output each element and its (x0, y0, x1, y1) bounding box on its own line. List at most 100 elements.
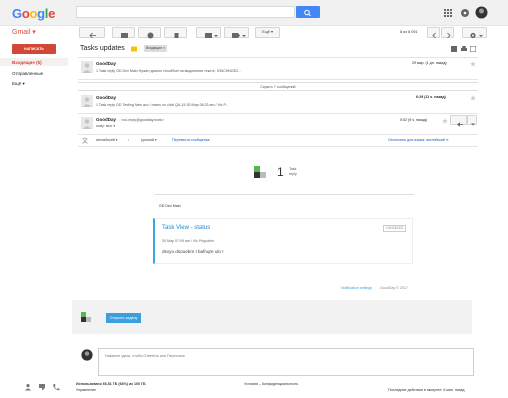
apps-grid-icon[interactable] (443, 8, 453, 18)
phone-icon[interactable] (52, 383, 60, 391)
pager-count: 8 из 8 091 (400, 30, 418, 34)
translate-arrow: › (128, 138, 130, 142)
reply-button[interactable] (450, 115, 467, 127)
notifications-icon[interactable] (460, 8, 470, 18)
reply-arrow-icon (457, 122, 463, 127)
chevron-down-icon (471, 123, 475, 126)
translate-message-link[interactable]: Перевести сообщение (172, 138, 210, 142)
status-badge: CANCELED (383, 225, 407, 232)
star-icon[interactable] (470, 61, 476, 67)
recipient-toggle[interactable]: кому: мне ▾ (96, 124, 115, 128)
workspace-name: GD Dev Main (159, 204, 181, 208)
account-avatar (81, 349, 93, 361)
copyright-text: GoodDay © 2017 (380, 286, 408, 290)
message-snippet: 1 Task reply GD Testing New acc / mweu n… (96, 103, 229, 107)
divider (78, 79, 478, 80)
reply-box[interactable]: Нажмите здесь, чтобы Ответить или Пересл… (98, 348, 474, 376)
new-window-icon[interactable] (470, 46, 476, 52)
labels-button[interactable] (224, 27, 249, 38)
newer-button[interactable] (427, 27, 440, 39)
compose-button[interactable]: НАПИСАТЬ (12, 44, 56, 54)
message-toolbar: Ещё ▾ 8 из 8 091 (0, 26, 508, 42)
thread-subject: Tasks updates (80, 45, 125, 52)
chevron-right-icon (447, 32, 451, 39)
message-sender: GoodDay (96, 95, 117, 100)
account-avatar[interactable] (475, 6, 488, 19)
goodday-logo (81, 312, 91, 322)
manage-storage-link[interactable]: Управление (76, 388, 96, 392)
last-activity: Последние действия в аккаунте: 6 мин. на… (388, 388, 465, 392)
sender-avatar (81, 117, 93, 129)
task-meta: 30 Мар 07:09 am / Vic Prigozhin (162, 239, 214, 243)
message-time: 6:29 (11 ч. назад) (416, 95, 446, 99)
archive-button[interactable] (112, 27, 135, 38)
email-footer-band: Открыть задачу (72, 300, 472, 334)
translate-from-select[interactable]: английский ▾ (96, 138, 118, 142)
task-count: 1 (277, 165, 284, 179)
report-spam-button[interactable] (138, 27, 161, 39)
message-sender: GoodDay (96, 61, 117, 66)
collapsed-message-1[interactable]: GoodDay 1 Task reply GD Dev Main Нужен д… (78, 58, 478, 79)
search-input[interactable] (76, 6, 295, 18)
task-card: Task View - status CANCELED 30 Мар 07:09… (153, 218, 413, 264)
translate-to-select[interactable]: русский ▾ (141, 138, 157, 142)
open-message-sender[interactable]: GoodDay (96, 117, 116, 122)
goodday-logo (254, 166, 266, 178)
contacts-icon[interactable] (24, 383, 32, 391)
storage-usage: Использовано 66,51 ГБ (66%) из 100 ГБ (76, 382, 146, 386)
print-all-icon[interactable] (451, 46, 457, 52)
search-icon (304, 9, 311, 17)
sidebar-item-inbox[interactable]: Входящие (5) (12, 60, 42, 65)
open-task-button[interactable]: Открыть задачу (106, 313, 141, 323)
hidden-messages-label: Скрыто 7 сообщений (260, 84, 296, 89)
divider (78, 134, 478, 135)
move-to-button[interactable] (196, 27, 221, 38)
divider (78, 113, 478, 114)
settings-button[interactable] (462, 27, 487, 39)
translate-icon: 文 (82, 137, 88, 144)
message-more-button[interactable] (467, 115, 477, 126)
task-title-link[interactable]: Task View - status (162, 225, 210, 231)
notification-settings-link[interactable]: Notification settings (341, 286, 372, 290)
message-time: 29 мар. (1 дн. назад) (412, 61, 447, 65)
open-message-time: 0:02 (9 ч. назад) (400, 118, 427, 122)
star-icon[interactable] (442, 118, 448, 124)
terms-privacy-links[interactable]: Условия – Конфиденциальность (244, 382, 298, 386)
sidebar-item-more[interactable]: Ещё ▾ (12, 81, 25, 87)
importance-marker-icon[interactable] (131, 46, 138, 52)
back-button[interactable] (79, 27, 105, 39)
gear-icon (470, 32, 483, 39)
folder-icon (205, 33, 218, 38)
label-tag-icon (232, 33, 246, 38)
open-message-email: <no-reply@goodday.work> (121, 117, 164, 122)
message-snippet: 1 Task reply GD Dev Main Нужен диалог ch… (96, 69, 242, 73)
sender-avatar (81, 61, 93, 73)
svg-text:文: 文 (82, 137, 88, 144)
star-icon[interactable] (470, 95, 476, 101)
gmail-window: Google Gmail ▾ Ещё ▾ 8 из 8 091 НАПИСАТЬ… (0, 0, 508, 398)
more-button[interactable]: Ещё ▾ (255, 27, 280, 38)
sidebar-item-sent[interactable]: Отправленные (12, 71, 43, 76)
top-bar: Google (0, 0, 508, 26)
spam-icon (147, 32, 154, 39)
delete-button[interactable] (164, 27, 187, 38)
divider (155, 194, 414, 195)
divider (78, 146, 478, 147)
chevron-left-icon (432, 32, 436, 39)
task-body: dsvyu dsouebm I bafnqre ulo I (162, 249, 224, 254)
task-count-label-2: reply (289, 172, 297, 176)
search-button[interactable] (296, 6, 320, 18)
print-icon[interactable] (461, 46, 467, 52)
sender-avatar (81, 95, 93, 107)
task-count-label-1: Task (289, 167, 297, 171)
google-logo[interactable]: Google (12, 6, 55, 21)
disable-translation-link[interactable]: Отключить для языка: английский ✕ (388, 138, 449, 142)
hangouts-icon[interactable] (38, 383, 46, 391)
inbox-label-chip[interactable]: Входящие × (144, 45, 167, 52)
archive-icon (121, 33, 128, 38)
older-button[interactable] (441, 27, 454, 39)
hidden-messages-bar[interactable]: Скрыто 7 сообщений (78, 82, 478, 91)
reply-prompt: Нажмите здесь, чтобы Ответить или Пересл… (105, 354, 185, 358)
trash-icon (174, 33, 179, 38)
collapsed-message-2[interactable]: GoodDay 1 Task reply GD Testing New acc … (78, 93, 478, 113)
